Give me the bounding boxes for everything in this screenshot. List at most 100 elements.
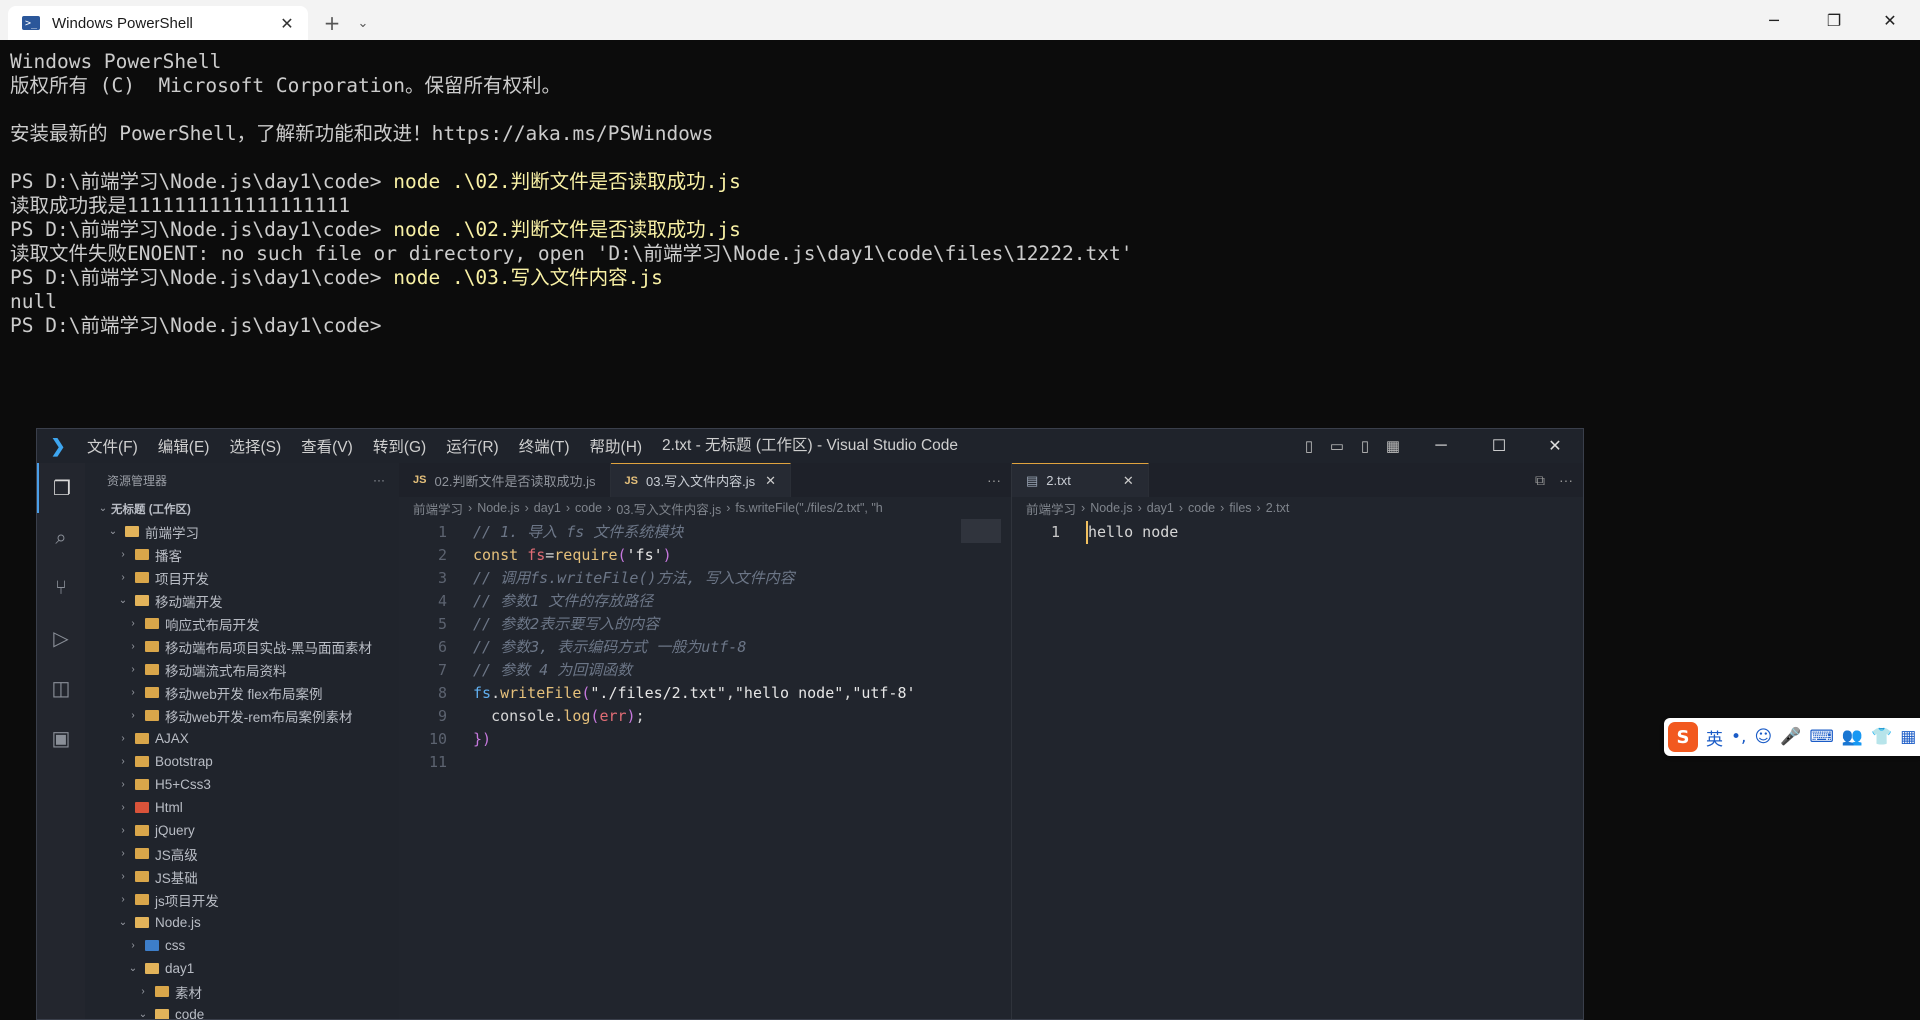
editor-tab[interactable]: JS 03.写入文件内容.js ✕ — [610, 463, 791, 497]
folder-icon — [135, 894, 149, 905]
minimap[interactable] — [961, 519, 1001, 543]
breadcrumb-item[interactable]: 前端学习 — [1026, 499, 1076, 518]
tree-item[interactable]: › JS高级 — [85, 842, 399, 865]
tree-item[interactable]: › 移动web开发 flex布局案例 — [85, 681, 399, 704]
tree-item[interactable]: › AJAX — [85, 727, 399, 750]
menu-item[interactable]: 查看(V) — [301, 435, 353, 457]
ime-user-icon[interactable]: 👥 — [1842, 727, 1863, 747]
tree-item[interactable]: › 素材 — [85, 980, 399, 1003]
chevron-right-icon: › — [121, 549, 125, 560]
breadcrumb-item[interactable]: Node.js — [1090, 501, 1132, 515]
tree-item[interactable]: › JS基础 — [85, 865, 399, 888]
menu-item[interactable]: 帮助(H) — [590, 435, 643, 457]
menu-item[interactable]: 文件(F) — [87, 435, 138, 457]
tree-item[interactable]: › H5+Css3 — [85, 773, 399, 796]
explorer-more-button[interactable]: ··· — [373, 473, 385, 487]
close-window-button[interactable]: ✕ — [1862, 0, 1918, 40]
breadcrumb-item[interactable]: day1 — [534, 501, 561, 515]
editor-actions-right: ⧉ ··· — [1521, 463, 1573, 497]
restore-button[interactable]: ❐ — [1806, 0, 1862, 40]
toggle-panel-icon[interactable]: ▭ — [1323, 437, 1351, 455]
tree-item[interactable]: ⌄ 前端学习 — [85, 520, 399, 543]
workspace-root[interactable]: ⌄ 无标题 (工作区) — [85, 497, 399, 520]
ime-emoji-icon[interactable]: ☺ — [1754, 727, 1772, 747]
tree-item[interactable]: ⌄ code — [85, 1003, 399, 1019]
ime-voice-icon[interactable]: 🎤 — [1780, 727, 1801, 747]
tree-item[interactable]: › 移动端流式布局资料 — [85, 658, 399, 681]
tree-item[interactable]: ⌄ 移动端开发 — [85, 589, 399, 612]
line-number: 7 — [437, 661, 447, 679]
remote-explorer-icon[interactable]: ▣ — [37, 713, 85, 763]
menu-item[interactable]: 编辑(E) — [158, 435, 210, 457]
terminal-command: node .\03.写入文件内容.js — [393, 266, 663, 289]
more-actions-button[interactable]: ··· — [987, 472, 1001, 488]
explorer-icon[interactable]: ❐ — [37, 463, 85, 513]
vscode-minimize-button[interactable]: ─ — [1413, 429, 1469, 463]
breadcrumb-item[interactable]: code — [1188, 501, 1215, 515]
menu-item[interactable]: 运行(R) — [446, 435, 499, 457]
ime-toolbox-icon[interactable]: ▦ — [1900, 727, 1916, 747]
breadcrumb-item[interactable]: code — [575, 501, 602, 515]
editor-tab[interactable]: JS 02.判断文件是否读取成功.js — [399, 463, 611, 497]
breadcrumb-item[interactable]: fs.writeFile("./files/2.txt", "h — [735, 501, 882, 515]
minimize-button[interactable]: ─ — [1746, 0, 1802, 40]
more-actions-button[interactable]: ··· — [1559, 472, 1573, 488]
tree-item[interactable]: › 播客 — [85, 543, 399, 566]
breadcrumb-item[interactable]: Node.js — [477, 501, 519, 515]
new-tab-button[interactable]: + — [314, 6, 350, 40]
toggle-sidebar-icon[interactable]: ▯ — [1295, 437, 1323, 455]
close-tab-icon[interactable]: ✕ — [276, 14, 298, 33]
tree-item[interactable]: › js项目开发 — [85, 888, 399, 911]
ime-logo-icon[interactable]: S — [1668, 722, 1698, 752]
customize-layout-icon[interactable]: ▦ — [1379, 437, 1407, 455]
breadcrumb-item[interactable]: 前端学习 — [413, 499, 463, 518]
vscode-close-button[interactable]: ✕ — [1527, 429, 1583, 463]
tab-2-txt[interactable]: ▤ 2.txt ✕ — [1012, 463, 1149, 497]
menu-item[interactable]: 终端(T) — [519, 435, 570, 457]
breadcrumb-item[interactable]: 2.txt — [1266, 501, 1290, 515]
tree-item[interactable]: › 移动端布局项目实战-黑马面面素材 — [85, 635, 399, 658]
chevron-right-icon: › — [1220, 501, 1225, 515]
close-tab-icon[interactable]: ✕ — [765, 473, 776, 489]
breadcrumb-item[interactable]: files — [1229, 501, 1251, 515]
split-editor-icon[interactable]: ⧉ — [1535, 472, 1545, 489]
close-tab-icon[interactable]: ✕ — [1123, 473, 1134, 489]
tree-item[interactable]: › 移动web开发-rem布局案例素材 — [85, 704, 399, 727]
tab-dropdown-button[interactable]: ⌄ — [350, 6, 376, 40]
tree-item[interactable]: › css — [85, 934, 399, 957]
ime-language-toggle[interactable]: 英 — [1706, 725, 1723, 750]
js-file-icon: JS — [413, 474, 427, 486]
source-control-icon[interactable]: ⑂ — [37, 563, 85, 613]
code-editor-right[interactable]: 1 hello node — [1012, 519, 1583, 544]
text-file-icon: ▤ — [1026, 472, 1039, 488]
tree-item[interactable]: › jQuery — [85, 819, 399, 842]
tree-item[interactable]: › 项目开发 — [85, 566, 399, 589]
menu-item[interactable]: 转到(G) — [373, 435, 426, 457]
tree-item-label: H5+Css3 — [155, 777, 211, 792]
ime-skin-icon[interactable]: 👕 — [1871, 727, 1892, 747]
tree-item-label: js项目开发 — [155, 893, 219, 909]
tree-item[interactable]: › Bootstrap — [85, 750, 399, 773]
code-editor-left[interactable]: 1 // 1. 导入 fs 文件系统模块 2 const fs=require('fs… — [399, 519, 1011, 774]
ime-keyboard-icon[interactable]: ⌨ — [1809, 727, 1834, 747]
breadcrumb-item[interactable]: 03.写入文件内容.js — [616, 499, 721, 518]
ime-punctuation-icon[interactable]: •, — [1731, 727, 1746, 747]
terminal-prompt: PS D:\前端学习\Node.js\day1\code> — [10, 218, 394, 241]
ime-toolbar: S 英 •, ☺ 🎤 ⌨ 👥 👕 ▦ — [1664, 718, 1920, 756]
tree-item[interactable]: › Html — [85, 796, 399, 819]
layout-controls: ▯ ▭ ▯ ▦ — [1295, 429, 1407, 463]
tree-item[interactable]: › 响应式布局开发 — [85, 612, 399, 635]
tree-item[interactable]: ⌄ day1 — [85, 957, 399, 980]
vscode-maximize-button[interactable]: ☐ — [1471, 429, 1527, 463]
search-icon[interactable]: ⌕ — [37, 513, 85, 563]
folder-icon — [145, 710, 159, 721]
chevron-right-icon: › — [141, 986, 145, 997]
run-debug-icon[interactable]: ▷ — [37, 613, 85, 663]
breadcrumb-item[interactable]: day1 — [1147, 501, 1174, 515]
tree-item[interactable]: ⌄ Node.js — [85, 911, 399, 934]
chevron-right-icon: › — [121, 802, 125, 813]
toggle-secondary-sidebar-icon[interactable]: ▯ — [1351, 437, 1379, 455]
tab-windows-powershell[interactable]: >_ Windows PowerShell ✕ — [8, 6, 308, 40]
menu-item[interactable]: 选择(S) — [229, 435, 281, 457]
extensions-icon[interactable]: ◫ — [37, 663, 85, 713]
